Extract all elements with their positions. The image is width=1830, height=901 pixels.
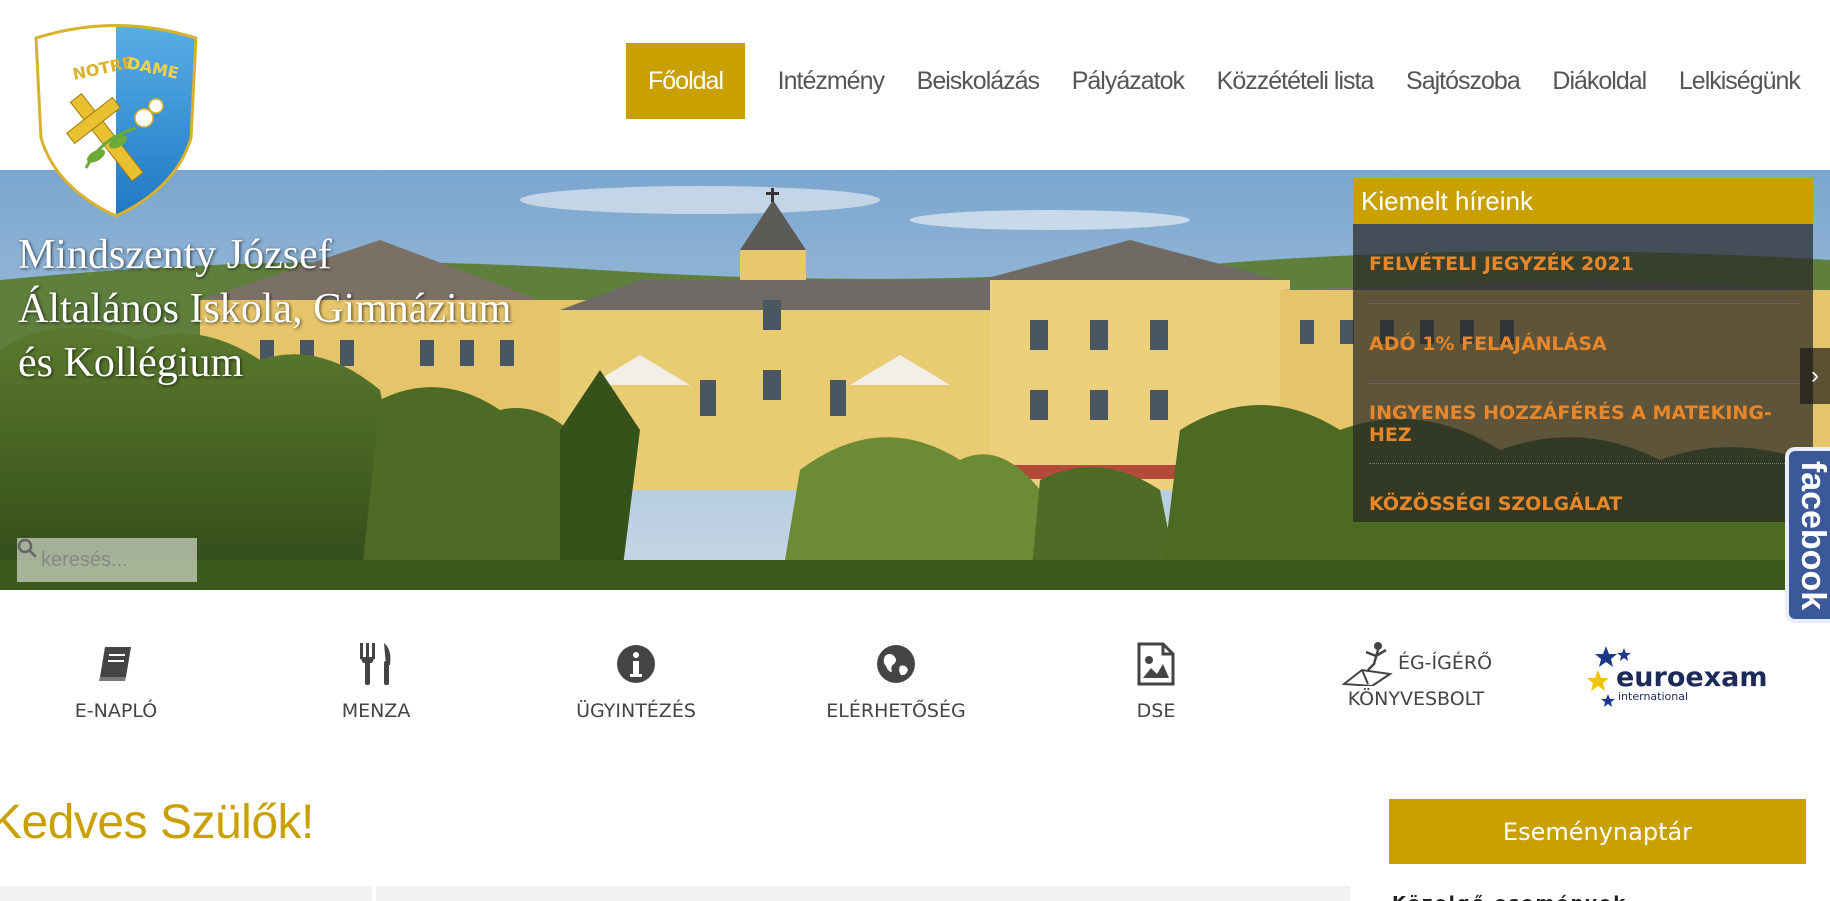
page-heading: Kedves Szülők! <box>0 796 314 849</box>
divider <box>372 886 376 901</box>
quick-link-dse[interactable]: DSE <box>1036 640 1276 722</box>
facebook-tab[interactable]: facebook <box>1785 447 1830 623</box>
page: Főoldal Intézmény Beiskolázás Pályázatok… <box>0 0 1830 901</box>
hero-title: Mindszenty József Általános Iskola, Gimn… <box>18 228 638 390</box>
news-item-felveteli[interactable]: FELVÉTELI JEGYZÉK 2021 <box>1353 224 1813 304</box>
bookstore-logo-icon <box>1341 642 1393 686</box>
quick-link-elerhetoseg[interactable]: ELÉRHETŐSÉG <box>776 640 1016 722</box>
hero-banner: Mindszenty József Általános Iskola, Gimn… <box>0 170 1830 590</box>
info-icon <box>617 645 655 683</box>
hero-title-line: és Kollégium <box>18 340 244 386</box>
featured-news-panel: Kiemelt híreink FELVÉTELI JEGYZÉK 2021 A… <box>1353 178 1813 522</box>
slider-next-button[interactable]: › <box>1800 348 1830 404</box>
globe-icon <box>877 645 915 683</box>
search-input[interactable] <box>41 548 171 572</box>
quick-link-ugyintezes[interactable]: ÜGYINTÉZÉS <box>516 640 756 722</box>
search-box <box>17 538 197 582</box>
quick-link-label: ELÉRHETŐSÉG <box>826 700 966 722</box>
school-logo[interactable]: NOTRE DAME <box>26 18 206 218</box>
hero-title-line: Általános Iskola, Gimnázium <box>18 286 512 332</box>
bookstore-label-line1: ÉG-ÍGÉRŐ <box>1397 652 1493 674</box>
image-file-icon <box>1137 642 1175 686</box>
quick-link-label: DSE <box>1136 700 1176 722</box>
quick-link-konyvesbolt[interactable]: ÉG-ÍGÉRŐ KÖNYVESBOLT <box>1296 640 1536 710</box>
news-item-kozossegi[interactable]: KÖZÖSSÉGI SZOLGÁLAT <box>1353 464 1813 544</box>
chevron-right-icon: › <box>1811 362 1819 389</box>
quick-link-label: MENZA <box>341 700 411 722</box>
quick-link-euroexam[interactable]: euroexam international <box>1556 642 1796 717</box>
nav-item-beiskolazas[interactable]: Beiskolázás <box>917 43 1040 119</box>
bookstore-label-line2: KÖNYVESBOLT <box>1347 688 1485 710</box>
upcoming-events-heading: Közelgő események <box>1392 893 1627 901</box>
nav-item-intezmeny[interactable]: Intézmény <box>778 43 885 119</box>
featured-news-heading: Kiemelt híreink <box>1353 178 1813 224</box>
hero-title-line: Mindszenty József <box>18 232 332 278</box>
search-icon <box>17 538 37 558</box>
quick-links: E-NAPLÓ MENZA ÜGYINTÉZÉS ELÉRHETŐSÉG DSE… <box>0 590 1830 740</box>
quick-link-e-naplo[interactable]: E-NAPLÓ <box>0 640 236 722</box>
quick-link-label: ÜGYINTÉZÉS <box>576 700 696 722</box>
event-calendar-button[interactable]: Eseménynaptár <box>1389 799 1806 864</box>
book-icon <box>99 647 131 681</box>
nav-item-lelkisegunk[interactable]: Lelkiségünk <box>1679 43 1801 119</box>
fork-knife-icon <box>360 643 391 685</box>
euroexam-text: euroexam <box>1616 662 1766 693</box>
quick-link-menza[interactable]: MENZA <box>256 640 496 722</box>
nav-item-palyazatok[interactable]: Pályázatok <box>1072 43 1185 119</box>
main-nav: Főoldal Intézmény Beiskolázás Pályázatok… <box>620 43 1801 119</box>
content-tabs-strip <box>0 886 1350 901</box>
news-item-ado[interactable]: ADÓ 1% FELAJÁNLÁSA <box>1353 304 1813 384</box>
news-item-mateking[interactable]: INGYENES HOZZÁFÉRÉS A MATEKING-HEZ <box>1353 384 1813 464</box>
nav-item-kozzeteteli-lista[interactable]: Közzétételi lista <box>1217 43 1375 119</box>
quick-link-label: E-NAPLÓ <box>74 700 158 722</box>
facebook-label: facebook <box>1794 460 1830 610</box>
nav-item-diakoldal[interactable]: Diákoldal <box>1552 43 1647 119</box>
site-header: Főoldal Intézmény Beiskolázás Pályázatok… <box>0 0 1830 170</box>
nav-item-fooldal[interactable]: Főoldal <box>626 43 745 119</box>
euroexam-sub: international <box>1618 690 1688 703</box>
euroexam-logo: euroexam international <box>1587 646 1767 707</box>
nav-item-sajtoszoba[interactable]: Sajtószoba <box>1406 43 1521 119</box>
